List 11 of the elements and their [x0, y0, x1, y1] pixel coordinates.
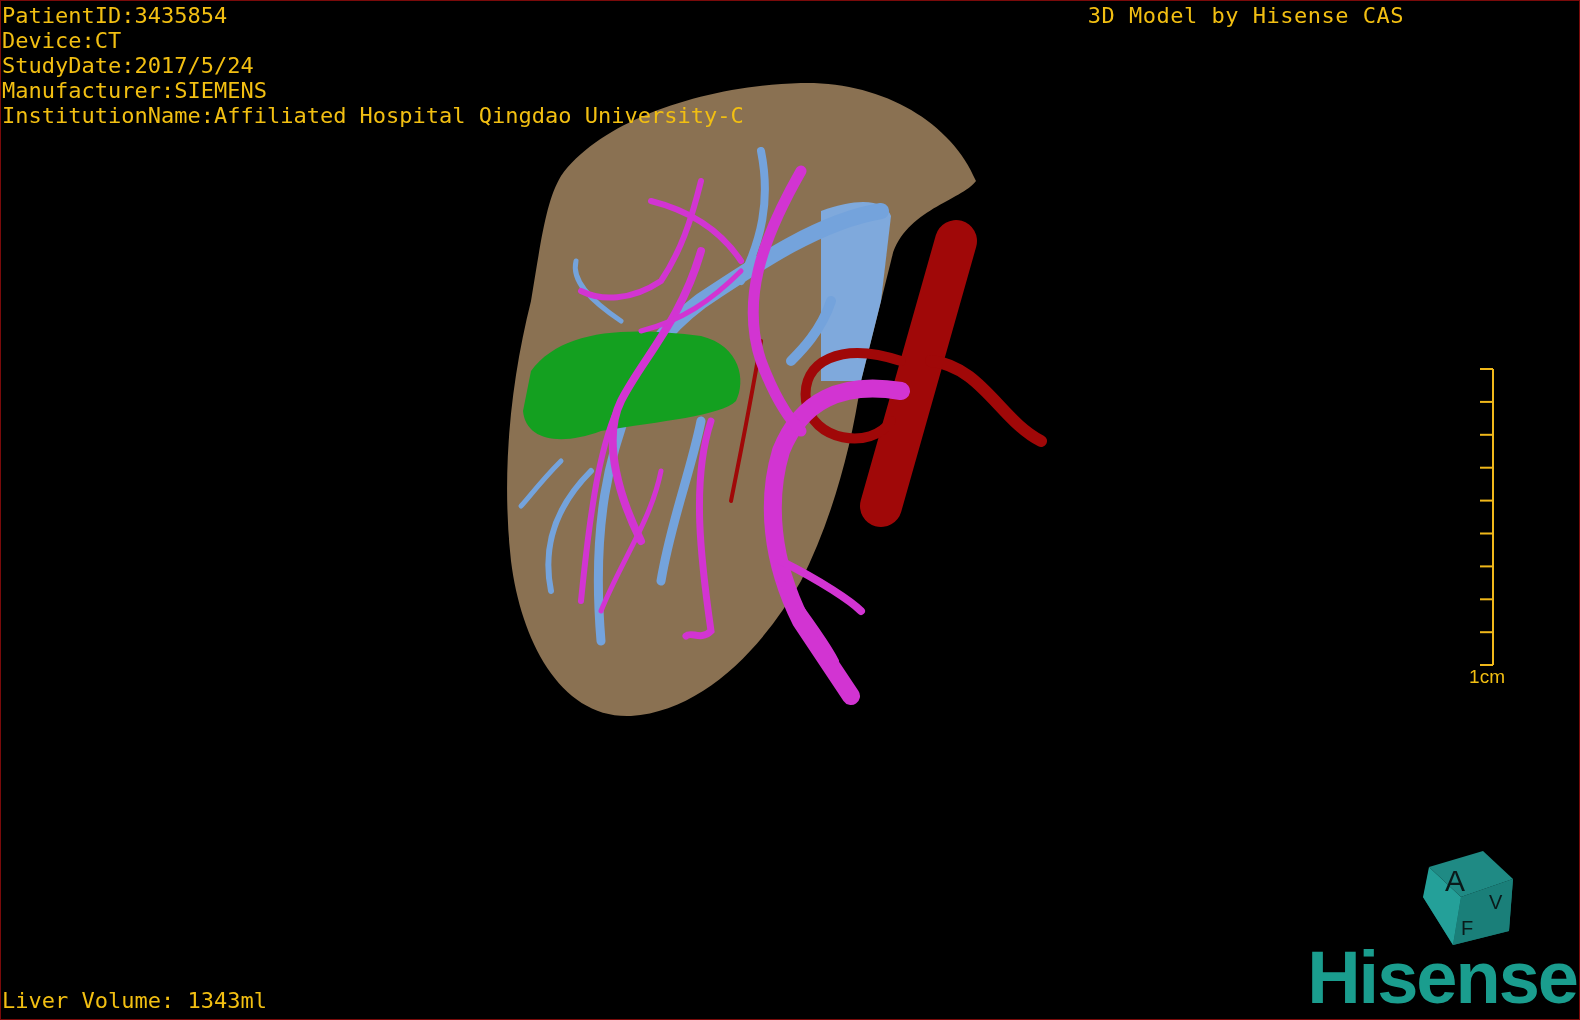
patient-info-text: Device:CT	[2, 28, 123, 53]
cube-face-label: V	[1489, 891, 1503, 913]
cube-face-label: F	[1461, 917, 1474, 939]
brand-logo: Hisense	[1307, 943, 1577, 1013]
patient-info-text: StudyDate:2017/5/24	[2, 53, 255, 78]
scale-label: 1cm	[1469, 666, 1505, 688]
model-caption: 3D Model by Hisense CAS	[1087, 3, 1404, 28]
cube-face-label: A	[1445, 864, 1465, 897]
liver-volume-text: Liver Volume: 1343ml	[2, 988, 267, 1013]
patient-info-text: PatientID:3435854	[2, 3, 229, 28]
patient-info-text: Manufacturer:SIEMENS	[2, 78, 268, 103]
